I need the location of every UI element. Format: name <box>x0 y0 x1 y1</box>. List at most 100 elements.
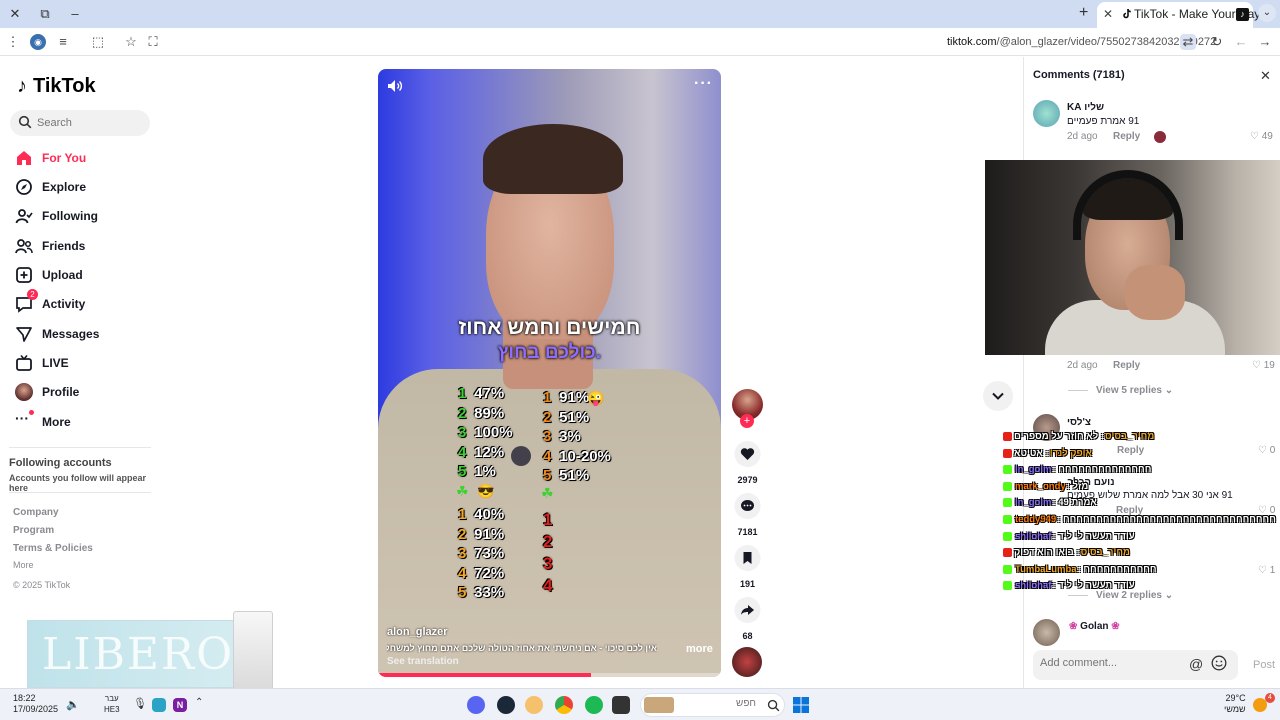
share-action[interactable]: 68 <box>730 597 765 641</box>
nav-label: Profile <box>42 385 80 399</box>
discord-icon[interactable] <box>467 696 485 714</box>
search-box[interactable] <box>10 110 150 136</box>
screenshot-icon[interactable]: ⛶ <box>145 34 161 50</box>
speaker-icon[interactable]: 🔈 <box>66 698 80 711</box>
share-arrow-icon[interactable] <box>730 597 765 623</box>
flower-emoji-icon: ❀ <box>1111 621 1120 632</box>
tray-chevron-up-icon[interactable]: ⌃ <box>195 697 203 708</box>
nav-live[interactable]: LIVE <box>15 351 155 375</box>
weather-widget[interactable]: 29°C שמשי <box>1224 693 1246 715</box>
profile-avatar-icon[interactable]: ◉ <box>30 34 46 50</box>
reply-button[interactable]: Reply <box>1113 131 1140 142</box>
tab-close-icon[interactable]: ✕ <box>1103 2 1113 26</box>
reply-button[interactable]: Reply <box>1113 360 1140 371</box>
footer-link-terms[interactable]: Terms & Policies <box>13 543 93 554</box>
taskbar-search-input[interactable] <box>696 698 756 709</box>
video-more-options-icon[interactable]: ··· <box>694 75 713 93</box>
comment-input-box[interactable]: @ <box>1033 650 1238 680</box>
reading-list-icon[interactable]: ≡ <box>55 34 71 50</box>
reload-icon[interactable]: ↻ <box>1209 34 1225 50</box>
active-tab[interactable]: ✕ TikTok - Make Your Day ♪ <box>1097 2 1260 28</box>
comment-author[interactable]: צ'לסי <box>1067 417 1091 428</box>
nav-explore[interactable]: Explore <box>15 175 155 199</box>
microphone-icon[interactable]: 🎙 <box>133 697 147 710</box>
nav-messages[interactable]: Messages <box>15 322 155 346</box>
nav-more[interactable]: ··· More <box>15 410 155 434</box>
volume-icon[interactable] <box>386 77 404 95</box>
spotify-icon[interactable] <box>585 696 603 714</box>
heart-icon[interactable] <box>730 441 765 467</box>
new-tab-button[interactable]: + <box>1079 4 1088 22</box>
platform-icon <box>1003 581 1012 591</box>
nav-profile[interactable]: Profile <box>15 380 155 404</box>
post-button[interactable]: Post <box>1253 659 1275 671</box>
extensions-icon[interactable]: ⬚ <box>90 34 106 50</box>
follow-plus-icon[interactable]: + <box>740 414 754 428</box>
windows-start-icon[interactable] <box>793 697 809 713</box>
chrome-icon[interactable] <box>555 696 573 714</box>
browser-menu-icon[interactable]: ⋮ <box>5 34 21 50</box>
video-progress-bar[interactable] <box>378 673 721 677</box>
like-action[interactable]: 2979 <box>730 441 765 485</box>
comment-action[interactable]: 7181 <box>730 493 765 537</box>
footer-link-company[interactable]: Company <box>13 507 59 518</box>
nav-friends[interactable]: Friends <box>15 234 155 258</box>
taskbar-search[interactable] <box>640 693 785 717</box>
guess-value: 73% <box>474 545 505 562</box>
tab-list-chevron-icon[interactable]: ⌄ <box>1258 4 1276 22</box>
search-input[interactable] <box>37 114 147 132</box>
comment-bubble-icon[interactable] <box>730 493 765 519</box>
comment-avatar[interactable] <box>1033 100 1060 127</box>
following-accounts-hint: Accounts you follow will appear here <box>9 473 147 493</box>
comment-like[interactable]: ♡ 19 <box>1252 360 1275 371</box>
nav-upload[interactable]: Upload <box>15 263 155 287</box>
emoji-smile-icon[interactable] <box>1211 655 1227 671</box>
guess-number: 5 <box>458 463 467 480</box>
onenote-icon[interactable]: N <box>173 698 187 712</box>
tray-app-icon[interactable] <box>152 698 166 712</box>
comment-author[interactable]: ❀ Golan ❀ <box>1069 621 1120 632</box>
guess-value: 51% <box>559 467 590 484</box>
guess-value: 72% <box>474 564 505 582</box>
view-replies-button[interactable]: View 5 replies ⌄ <box>1068 385 1173 396</box>
music-disc-icon[interactable] <box>732 647 762 677</box>
forward-arrow-icon[interactable]: ← <box>1233 34 1249 50</box>
window-restore-icon[interactable]: ⧉ <box>35 4 55 24</box>
language-indicator[interactable]: עבר HE3 <box>104 693 120 715</box>
comment-avatar[interactable] <box>1033 619 1060 646</box>
tiktok-logo[interactable]: ♪ TikTok <box>17 75 96 98</box>
footer-more[interactable]: More <box>13 560 34 570</box>
site-settings-icon[interactable]: ⇄ <box>1180 34 1196 50</box>
next-video-button[interactable] <box>983 381 1013 411</box>
guess-number: 1 <box>543 389 552 406</box>
video-author[interactable]: alon_glazer <box>387 626 448 638</box>
url-field[interactable]: tiktok.com/@alon_glazer/video/7550273842… <box>947 36 1216 48</box>
see-translation-link[interactable]: See translation <box>387 656 459 667</box>
footer-link-program[interactable]: Program <box>13 525 54 536</box>
bookmark-icon[interactable] <box>730 545 765 571</box>
comment-input[interactable] <box>1040 657 1180 669</box>
guess-number: 5 <box>543 467 552 484</box>
weather-temp: 29°C <box>1225 693 1246 703</box>
back-arrow-icon[interactable]: → <box>1257 34 1273 50</box>
window-close-icon[interactable]: ✕ <box>5 4 25 24</box>
search-icon <box>18 115 32 129</box>
bookmark-star-icon[interactable]: ☆ <box>123 34 139 50</box>
video-player[interactable]: ··· חמישים וחמש אחוז כולכם בחוץ. 1 47% 2 … <box>378 69 721 677</box>
steam-icon[interactable] <box>497 696 515 714</box>
taskbar-clock[interactable]: 18:22 17/09/2025 <box>13 693 58 715</box>
terminal-icon[interactable] <box>612 696 630 714</box>
comment-like[interactable]: ♡ 49 <box>1250 131 1273 142</box>
guess-value: 3% <box>559 428 581 445</box>
window-minimize-icon[interactable]: – <box>65 4 85 24</box>
app-icon[interactable] <box>525 696 543 714</box>
description-more-link[interactable]: more <box>686 643 713 655</box>
guess-row: 2 51% <box>543 409 611 429</box>
save-action[interactable]: 191 <box>730 545 765 589</box>
nav-for-you[interactable]: For You <box>15 146 155 170</box>
mention-at-icon[interactable]: @ <box>1189 656 1203 672</box>
close-icon[interactable]: ✕ <box>1260 68 1271 84</box>
comment-author[interactable]: שליו KA <box>1067 102 1104 113</box>
nav-following[interactable]: Following <box>15 204 155 228</box>
nav-activity[interactable]: 2 Activity <box>15 289 155 316</box>
